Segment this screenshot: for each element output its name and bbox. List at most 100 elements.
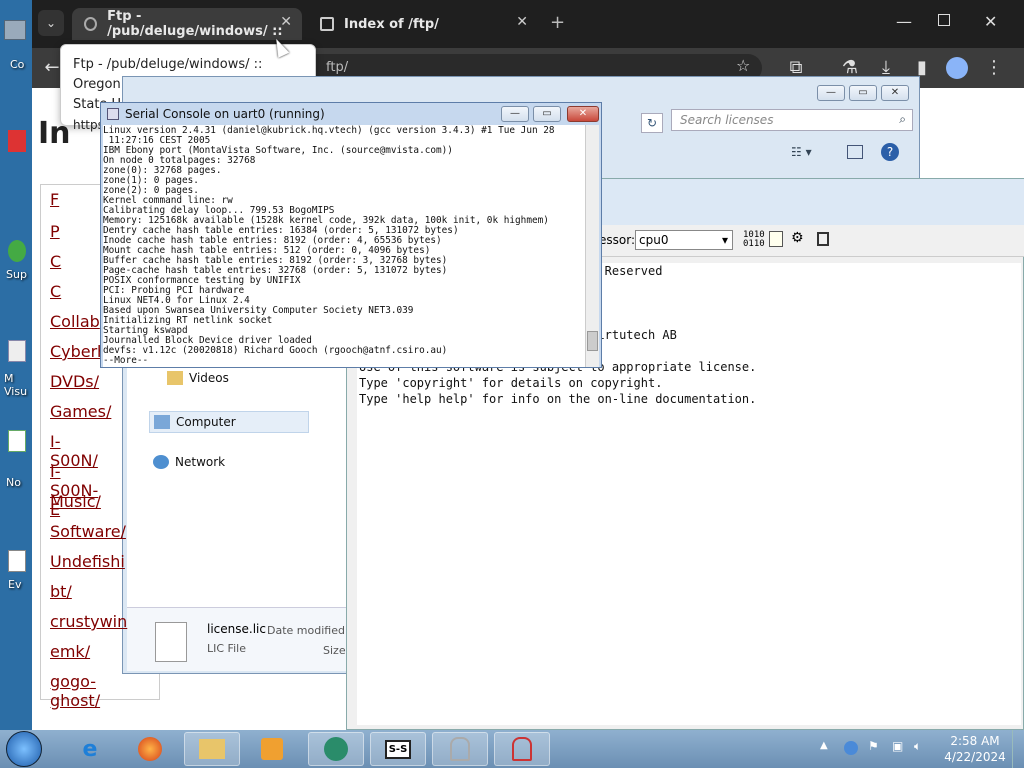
firefox-taskbar-icon[interactable] [122,732,178,766]
clock-date: 4/22/2024 [944,750,1006,764]
file-name: license.lic [207,622,266,636]
maximize-button[interactable]: ▭ [533,106,561,122]
simics-taskbar-icon[interactable]: S-S [370,732,426,766]
minimize-icon[interactable]: — [896,12,912,31]
binary-icon[interactable]: 1010 0110 [743,231,765,249]
close-button[interactable]: ✕ [567,106,599,122]
scroll-thumb[interactable] [587,331,598,351]
site-icon [320,17,334,31]
date-modified-label: Date modified: [267,624,349,637]
directory-listing: F P C C Collab Cyberh DVDs/ Games/ I-S00… [0,0,127,710]
start-button[interactable] [6,731,42,767]
minimize-button[interactable]: — [501,106,529,122]
app-taskbar-icon[interactable] [494,732,550,766]
details-pane: license.lic LIC File Date modified: Size… [127,607,351,671]
dir-link[interactable]: emk/ [50,642,90,661]
app-desktop-icon[interactable] [8,240,26,262]
search-input[interactable]: Search licenses ⌕ [671,109,913,131]
tab-label: Index of /ftp/ [344,16,439,32]
explorer-taskbar-icon[interactable] [184,732,240,766]
maximize-button[interactable]: ▭ [849,85,877,101]
serial-console-window: Serial Console on uart0 (running) — ▭ ✕ … [100,102,602,368]
dir-link[interactable]: bt/ [50,582,72,601]
nav-computer[interactable]: Computer [149,411,309,433]
show-hidden-icons[interactable]: ▲ [820,740,828,751]
console-title: Serial Console on uart0 (running) [125,107,325,121]
close-tab-icon[interactable]: ✕ [516,14,528,30]
app-desktop-icon[interactable] [8,340,26,362]
show-desktop-button[interactable] [1012,730,1024,768]
close-tab-icon[interactable]: ✕ [280,14,292,30]
dir-link[interactable]: crustywin [50,612,127,631]
close-button[interactable]: ✕ [881,85,909,101]
media-taskbar-icon[interactable] [244,732,300,766]
console-app-icon [107,108,119,120]
volume-icon[interactable]: 🔈︎ [914,739,921,754]
desktop-icon-label: No [6,476,21,489]
ie-taskbar-icon[interactable]: e [62,732,118,766]
minimize-button[interactable]: — [817,85,845,101]
nav-label: Network [175,455,226,469]
app-taskbar-icon[interactable] [432,732,488,766]
taskbar: e S-S ▲ ⚑ ▣ 🔈︎ [0,730,1024,768]
tab-search-button[interactable]: ⌄ [38,10,64,36]
view-options-icon[interactable]: ☷ ▾ [791,145,812,159]
maximize-icon[interactable] [938,14,950,26]
app-desktop-icon[interactable] [8,130,26,152]
system-clock[interactable]: 2:58 AM 4/22/2024 [940,733,1010,765]
flag-icon[interactable]: ⚑ [868,739,879,753]
tab-ftp-deluge[interactable]: Ftp - /pub/deluge/windows/ :: ✕ [72,8,302,40]
dir-link[interactable]: Software/ [50,522,126,541]
tray-app-label: S-S [384,739,412,759]
globe-icon [84,17,98,31]
app-desktop-icon[interactable] [8,550,26,572]
network-icon [153,455,169,469]
register-icon[interactable] [769,231,783,247]
tab-index-ftp[interactable]: Index of /ftp/ ✕ [308,8,538,40]
new-tab-button[interactable]: + [550,12,565,33]
desktop-icons: Co Sup M Visu No Ev [0,0,32,730]
desktop-icon-label: M Visu [4,372,28,398]
console-scrollbar[interactable] [585,125,599,367]
tools-icon[interactable]: ⚙ [791,230,804,246]
tray-icon[interactable] [844,741,858,755]
desktop-icon-label: Ev [8,578,22,591]
dir-link[interactable]: F [50,190,59,209]
preview-pane-icon[interactable] [847,145,863,159]
help-icon[interactable]: ? [881,143,899,161]
computer-desktop-icon[interactable] [4,20,26,40]
computer-icon [154,415,170,429]
network-tray-icon[interactable]: ▣ [892,739,903,753]
dir-link[interactable]: gogo-ghost/ [50,672,100,710]
refresh-icon[interactable]: ↻ [641,113,663,133]
close-window-icon[interactable]: ✕ [984,12,997,31]
menu-icon[interactable]: ⋮ [982,56,1006,80]
app-desktop-icon[interactable] [8,430,26,452]
dir-link[interactable]: Undefishi [50,552,125,571]
address-text: ftp/ [326,60,349,75]
profile-avatar[interactable] [946,57,968,79]
tab-strip: ⌄ Ftp - /pub/deluge/windows/ :: ✕ Index … [32,0,1024,48]
nav-network[interactable]: Network [153,455,225,469]
dir-link[interactable]: P [50,222,60,241]
search-placeholder: Search licenses [680,113,774,127]
desktop-icon-label: Co [10,58,25,71]
dir-link[interactable]: Cyberh [50,342,107,361]
dir-link[interactable]: C [50,252,61,271]
serial-console-output[interactable]: Linux version 2.4.31 (daniel@kubrick.hq.… [103,125,585,367]
dir-link[interactable]: Music/ [50,492,101,511]
file-type: LIC File [207,642,246,655]
nav-videos[interactable]: Videos [167,371,229,385]
chrome-taskbar-icon[interactable] [308,732,364,766]
tab-label: Ftp - /pub/deluge/windows/ :: [107,9,283,39]
dir-link[interactable]: C [50,282,61,301]
search-icon: ⌕ [899,112,906,126]
processor-value: cpu0 [639,233,669,247]
dir-link[interactable]: DVDs/ [50,372,99,391]
dir-link[interactable]: Collab [50,312,100,331]
chip-icon[interactable] [817,232,829,246]
clock-time: 2:58 AM [950,734,1000,748]
processor-select[interactable]: cpu0 ▾ [635,230,733,250]
bookmark-star-icon[interactable]: ☆ [736,56,750,75]
dir-link[interactable]: Games/ [50,402,111,421]
